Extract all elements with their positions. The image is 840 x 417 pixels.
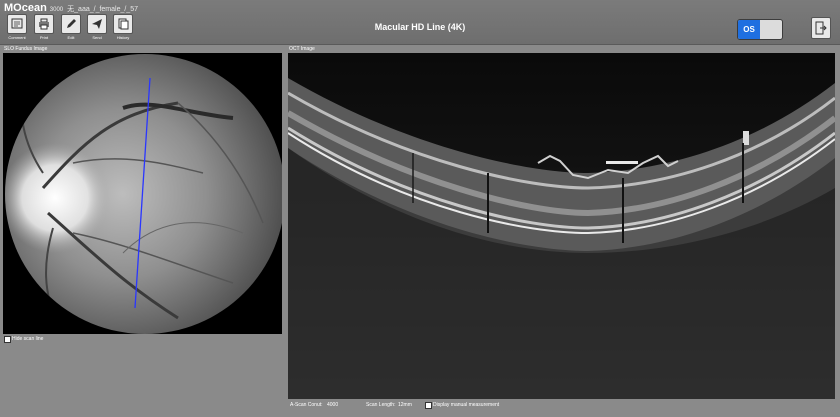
patient-info: 无_aaa_/_female_/_57	[67, 6, 138, 13]
hide-scan-line-checkbox[interactable]	[4, 336, 11, 343]
app-brand: MOcean 3000 无_aaa_/_female_/_57	[4, 2, 138, 14]
brand-name: MOcean	[4, 2, 47, 14]
oct-image	[286, 53, 837, 399]
oct-image-panel[interactable]	[286, 53, 837, 399]
hide-scan-line-label: Hide scan line	[12, 336, 44, 342]
comment-label: Comment	[8, 35, 26, 40]
a-scan-count-value: 4000	[327, 402, 339, 408]
exit-button[interactable]	[811, 17, 831, 39]
fundus-image	[3, 53, 285, 334]
page-title: Macular HD Line (4K)	[374, 22, 466, 32]
fundus-panel-label: SLO Fundus Image	[4, 46, 48, 52]
top-toolbar: MOcean 3000 无_aaa_/_female_/_57 Comment Pr…	[0, 0, 840, 45]
edit-label: Edit	[67, 35, 75, 40]
oct-panel-label: OCT Image	[289, 46, 315, 52]
brand-model: 3000	[49, 7, 64, 13]
exit-icon	[811, 17, 831, 39]
history-label: History	[116, 35, 130, 40]
eye-toggle[interactable]: OS	[737, 19, 783, 40]
scan-length-value: 12mm	[398, 402, 412, 408]
eye-os-option[interactable]: OS	[738, 20, 760, 39]
print-label: Print	[39, 35, 49, 40]
display-manual-label: Display manual measurement	[433, 402, 500, 408]
display-manual-checkbox[interactable]	[425, 402, 432, 409]
fundus-image-panel[interactable]	[3, 53, 285, 334]
scan-length-label: Scan Length:	[366, 402, 396, 408]
a-scan-count-label: A-Scan Conut:	[290, 402, 323, 408]
send-label: Send	[92, 35, 102, 40]
